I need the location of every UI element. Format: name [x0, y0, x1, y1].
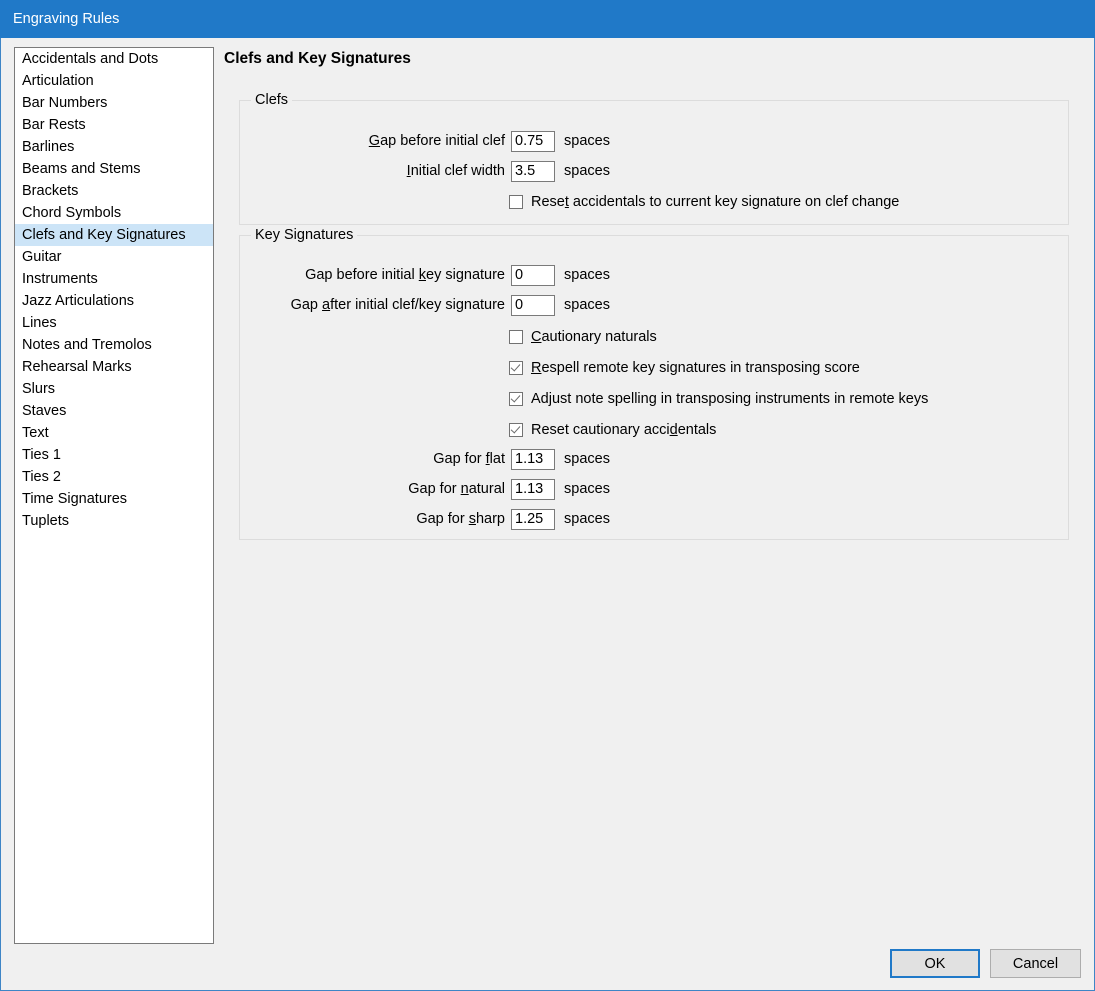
sidebar-item-label: Jazz Articulations	[22, 293, 135, 309]
gap-before-initial-clef-row: Gap before initial clef spaces	[240, 130, 1020, 152]
clefs-group: Clefs Gap before initial clef spaces Ini…	[239, 92, 1069, 225]
sidebar-item-label: Notes and Tremolos	[22, 337, 152, 353]
gap-for-sharp-unit: spaces	[564, 511, 610, 527]
sidebar-item-label: Rehearsal Marks	[22, 359, 132, 375]
sidebar-item-label: Accidentals and Dots	[22, 51, 159, 67]
engraving-rules-dialog: Engraving Rules Accidentals and Dots Arti…	[0, 0, 1095, 991]
gap-for-flat-row: Gap for flat spaces	[240, 448, 1020, 470]
gap-before-initial-clef-input[interactable]	[511, 130, 555, 152]
gap-for-natural-row: Gap for natural spaces	[240, 478, 1020, 500]
sidebar-item-label: Ties 2	[22, 469, 61, 485]
sidebar-item[interactable]: Bar Numbers	[15, 92, 213, 114]
sidebar-item[interactable]: Notes and Tremolos	[15, 334, 213, 356]
gap-for-natural-unit: spaces	[564, 481, 610, 497]
adjust-note-spelling-label: Adjust note spelling in transposing inst…	[531, 391, 929, 407]
sidebar-item[interactable]: Accidentals and Dots	[15, 48, 213, 70]
gap-before-initial-clef-unit: spaces	[564, 133, 610, 149]
sidebar-item-label: Beams and Stems	[22, 161, 141, 177]
sidebar-item-label: Time Signatures	[22, 491, 128, 507]
sidebar-item[interactable]: Bar Rests	[15, 114, 213, 136]
sidebar-item-label: Instruments	[22, 271, 98, 287]
gap-for-flat-unit: spaces	[564, 451, 610, 467]
sidebar-item[interactable]: Guitar	[15, 246, 213, 268]
sidebar-item-label: Slurs	[22, 381, 56, 397]
cautionary-naturals-checkbox[interactable]	[509, 330, 523, 344]
gap-before-initial-key-signature-label: Gap before initial key signature	[305, 267, 505, 283]
gap-after-initial-clef-key-signature-input[interactable]	[511, 294, 555, 316]
sidebar-item-label: Ties 1	[22, 447, 61, 463]
cancel-button[interactable]: Cancel	[990, 949, 1081, 978]
gap-for-sharp-input[interactable]	[511, 508, 555, 530]
respell-remote-key-signatures-row[interactable]: Respell remote key signatures in transpo…	[509, 358, 860, 378]
reset-cautionary-accidentals-row[interactable]: Reset cautionary accidentals	[509, 420, 716, 440]
adjust-note-spelling-row[interactable]: Adjust note spelling in transposing inst…	[509, 389, 928, 409]
reset-cautionary-accidentals-checkbox[interactable]	[509, 423, 523, 437]
sidebar-item-label: Lines	[22, 315, 57, 331]
gap-for-natural-input[interactable]	[511, 478, 555, 500]
title-bar: Engraving Rules	[0, 0, 1095, 38]
gap-before-initial-key-signature-row: Gap before initial key signature spaces	[240, 264, 1020, 286]
gap-for-sharp-row: Gap for sharp spaces	[240, 508, 1020, 530]
gap-after-initial-clef-key-signature-row: Gap after initial clef/key signature spa…	[240, 294, 1020, 316]
sidebar-item-label: Barlines	[22, 139, 75, 155]
sidebar-item-label: Guitar	[22, 249, 62, 265]
sidebar-item-label: Brackets	[22, 183, 79, 199]
sidebar-item[interactable]: Ties 1	[15, 444, 213, 466]
reset-accidentals-on-clef-change-checkbox[interactable]	[509, 195, 523, 209]
sidebar-item[interactable]: Text	[15, 422, 213, 444]
sidebar-item[interactable]: Slurs	[15, 378, 213, 400]
sidebar-item[interactable]: Rehearsal Marks	[15, 356, 213, 378]
page-title: Clefs and Key Signatures	[224, 50, 411, 67]
cautionary-naturals-row[interactable]: Cautionary naturals	[509, 327, 657, 347]
key-signatures-group-label: Key Signatures	[251, 227, 358, 243]
sidebar-item-label: Articulation	[22, 73, 94, 89]
reset-accidentals-on-clef-change-label: Reset accidentals to current key signatu…	[531, 194, 900, 210]
reset-cautionary-accidentals-label: Reset cautionary accidentals	[531, 422, 717, 438]
sidebar-item[interactable]: Time Signatures	[15, 488, 213, 510]
respell-remote-key-signatures-label: Respell remote key signatures in transpo…	[531, 360, 860, 376]
sidebar-item[interactable]: Brackets	[15, 180, 213, 202]
gap-for-sharp-label: Gap for sharp	[416, 511, 505, 527]
clefs-group-label: Clefs	[251, 92, 293, 108]
sidebar-item-label: Bar Rests	[22, 117, 86, 133]
gap-for-flat-input[interactable]	[511, 448, 555, 470]
sidebar-item[interactable]: Chord Symbols	[15, 202, 213, 224]
gap-before-initial-key-signature-input[interactable]	[511, 264, 555, 286]
gap-for-natural-label: Gap for natural	[408, 481, 505, 497]
respell-remote-key-signatures-checkbox[interactable]	[509, 361, 523, 375]
window-title: Engraving Rules	[13, 11, 120, 27]
gap-after-initial-clef-key-signature-label: Gap after initial clef/key signature	[290, 297, 505, 313]
gap-before-initial-key-signature-unit: spaces	[564, 267, 610, 283]
sidebar-item[interactable]: Beams and Stems	[15, 158, 213, 180]
sidebar-item[interactable]: Clefs and Key Signatures	[15, 224, 213, 246]
adjust-note-spelling-checkbox[interactable]	[509, 392, 523, 406]
cautionary-naturals-label: Cautionary naturals	[531, 329, 657, 345]
sidebar-item-label: Clefs and Key Signatures	[22, 227, 186, 243]
sidebar-item[interactable]: Staves	[15, 400, 213, 422]
sidebar-item-label: Chord Symbols	[22, 205, 122, 221]
ok-button[interactable]: OK	[890, 949, 980, 978]
sidebar-item-label: Bar Numbers	[22, 95, 108, 111]
sidebar-item[interactable]: Articulation	[15, 70, 213, 92]
gap-after-initial-clef-key-signature-unit: spaces	[564, 297, 610, 313]
initial-clef-width-input[interactable]	[511, 160, 555, 182]
sidebar-item[interactable]: Lines	[15, 312, 213, 334]
gap-for-flat-label: Gap for flat	[433, 451, 505, 467]
rules-category-list[interactable]: Accidentals and Dots Articulation Bar Numb…	[14, 47, 214, 944]
sidebar-item-label: Staves	[22, 403, 67, 419]
initial-clef-width-row: Initial clef width spaces	[240, 160, 1020, 182]
reset-accidentals-on-clef-change-row[interactable]: Reset accidentals to current key signatu…	[509, 192, 899, 212]
gap-before-initial-clef-label: Gap before initial clef	[368, 133, 505, 149]
initial-clef-width-unit: spaces	[564, 163, 610, 179]
sidebar-item[interactable]: Barlines	[15, 136, 213, 158]
sidebar-item[interactable]: Jazz Articulations	[15, 290, 213, 312]
sidebar-item-label: Text	[22, 425, 49, 441]
sidebar-item[interactable]: Instruments	[15, 268, 213, 290]
sidebar-item[interactable]: Tuplets	[15, 510, 213, 532]
initial-clef-width-label: Initial clef width	[406, 163, 505, 179]
sidebar-item[interactable]: Ties 2	[15, 466, 213, 488]
sidebar-item-label: Tuplets	[22, 513, 70, 529]
key-signatures-group: Key Signatures Gap before initial key si…	[239, 227, 1069, 540]
